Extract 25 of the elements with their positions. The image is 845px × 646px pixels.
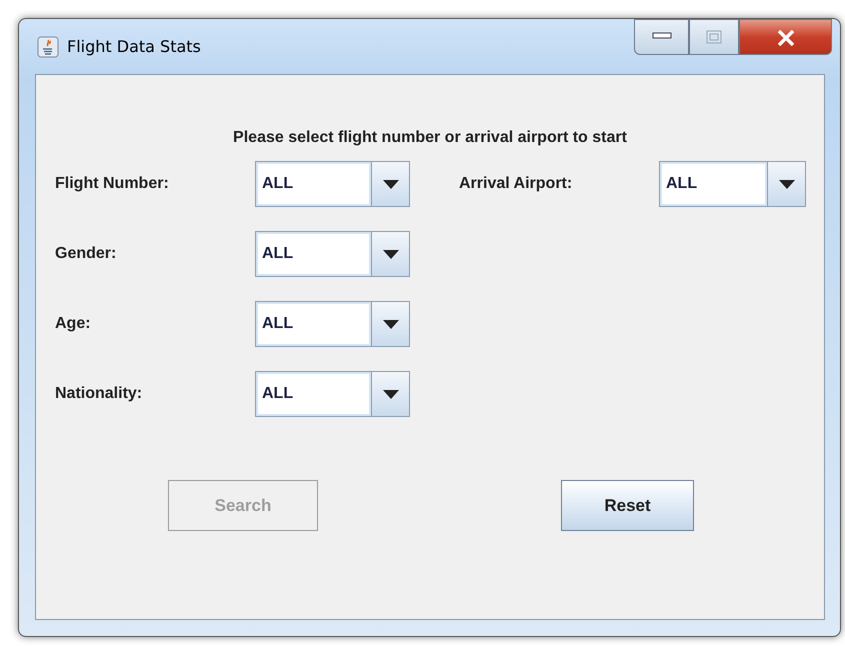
dropdown[interactable]: ALL <box>255 371 410 417</box>
window-title: Flight Data Stats <box>67 37 201 56</box>
instruction-text: Please select flight number or arrival airport to start <box>233 128 627 148</box>
close-icon <box>776 30 796 46</box>
field-label: Age: <box>55 315 91 333</box>
dropdown[interactable]: ALL <box>659 161 806 207</box>
maximize-button[interactable] <box>689 19 739 55</box>
field-label: Gender: <box>55 245 116 263</box>
field-label: Arrival Airport: <box>459 175 572 193</box>
action-button[interactable]: Reset <box>561 480 694 531</box>
field-label: Flight Number: <box>55 175 169 193</box>
dropdown[interactable]: ALL <box>255 301 410 347</box>
maximize-icon <box>706 30 722 44</box>
dropdown[interactable]: ALL <box>255 231 410 277</box>
caret-icon <box>778 180 794 188</box>
minimize-icon <box>652 30 672 40</box>
caret-icon <box>382 390 398 398</box>
caret-icon <box>382 320 398 328</box>
app-icon <box>37 36 59 58</box>
field-label: Nationality: <box>55 385 142 403</box>
caret-icon <box>382 180 398 188</box>
close-button[interactable] <box>739 19 832 55</box>
dropdown[interactable]: ALL <box>255 161 410 207</box>
minimize-button[interactable] <box>634 19 689 55</box>
caret-icon <box>382 250 398 258</box>
